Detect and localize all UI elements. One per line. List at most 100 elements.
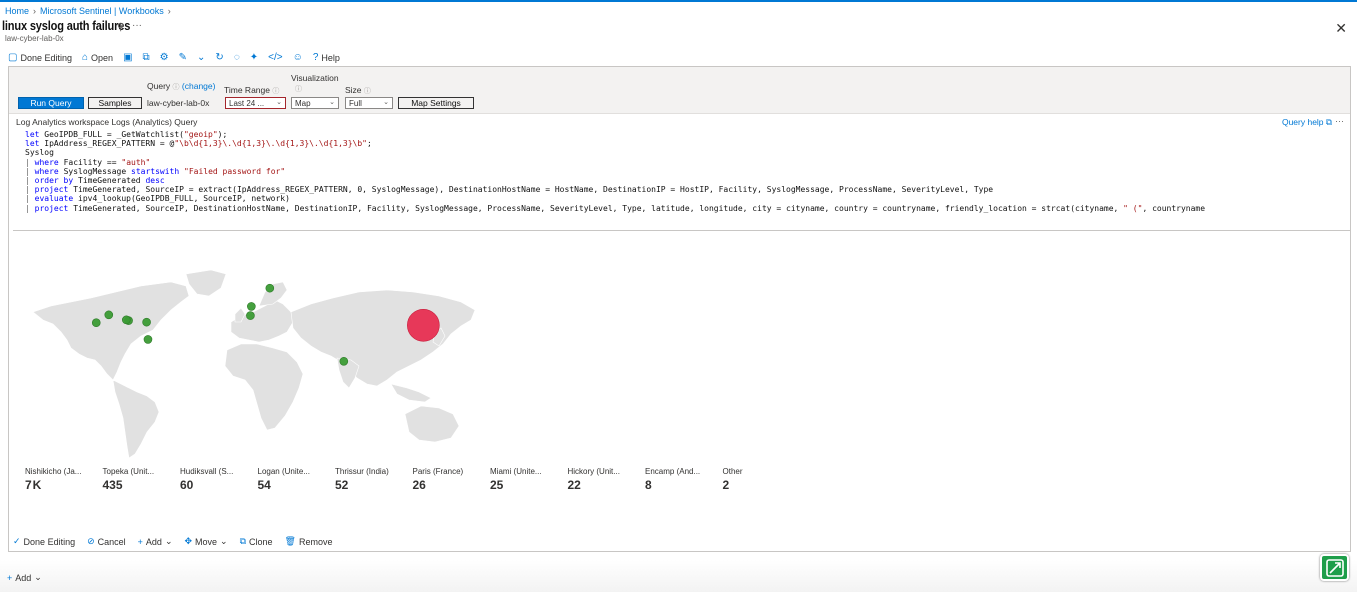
visualization-value: Map: [295, 98, 311, 108]
map-point-major[interactable]: [407, 308, 440, 342]
edit-icon: ▢: [8, 52, 18, 63]
breadcrumb-home[interactable]: Home: [5, 6, 29, 16]
open-button[interactable]: ⌂ Open: [82, 52, 113, 63]
map-point[interactable]: [104, 310, 114, 320]
more-options-icon[interactable]: ···: [132, 20, 142, 31]
auto-refresh-icon[interactable]: ◌: [234, 52, 240, 63]
open-label: Open: [91, 52, 114, 63]
query-section-header: Log Analytics workspace Logs (Analytics)…: [16, 117, 198, 127]
map-point[interactable]: [122, 315, 131, 325]
legend-item-value: 25: [490, 478, 504, 492]
legend-item[interactable]: Encamp (And... 8: [645, 467, 723, 492]
legend-item-name: Hickory (Unit...: [567, 467, 620, 476]
chevron-down-icon: ⌄: [383, 99, 389, 106]
parameter-bar: Query ⓘ (change) law-cyber-lab-0x Time R…: [9, 67, 1350, 114]
world-map[interactable]: [21, 262, 481, 462]
legend-item[interactable]: Topeka (Unit... 435: [103, 467, 181, 492]
map-point[interactable]: [265, 283, 275, 293]
remove-button[interactable]: 🗑 Remove: [285, 536, 333, 547]
legend-item-value: 60: [180, 478, 194, 492]
folder-icon: ⌂: [82, 52, 89, 63]
map-point[interactable]: [339, 356, 349, 366]
map-point[interactable]: [246, 311, 255, 320]
visualization-label: Visualization: [291, 73, 339, 83]
query-help-link[interactable]: Query help ⧉: [1282, 117, 1332, 128]
code-line: let GeoIPDB_FULL = _GetWatchlist("geoip"…: [25, 130, 228, 139]
help-label: Help: [321, 52, 340, 63]
move-button[interactable]: ✥ Move ⌄: [184, 536, 227, 547]
map-point[interactable]: [143, 335, 153, 344]
pin-icon[interactable]: ⚲: [117, 22, 124, 33]
visualization-dropdown[interactable]: Map ⌄: [291, 97, 339, 109]
code-line: Syslog: [25, 148, 54, 158]
legend-item-value: 54: [257, 478, 271, 492]
legend-item-name: Paris (France): [412, 467, 464, 476]
legend-item[interactable]: Thrissur (India) 52: [335, 467, 413, 492]
page-subtitle: law-cyber-lab-0x: [5, 34, 64, 43]
map-point[interactable]: [91, 318, 101, 328]
help-button[interactable]: ? Help: [313, 52, 340, 63]
save-icon[interactable]: ▣: [123, 52, 132, 63]
save-as-icon[interactable]: ⧉: [143, 52, 150, 63]
legend-item[interactable]: Hickory (Unit... 22: [568, 467, 646, 492]
add-workbook-item-button[interactable]: + Add ⌄: [7, 572, 42, 583]
chevron-down-icon: ⌄: [276, 99, 282, 106]
add-step-button[interactable]: + Add ⌄: [138, 536, 173, 547]
query-editor[interactable]: let GeoIPDB_FULL = _GetWatchlist("geoip"…: [13, 130, 1350, 231]
query-param-label: Query ⓘ (change): [147, 81, 216, 91]
chevron-down-icon: ⌄: [220, 536, 228, 546]
refresh-icon[interactable]: ↻: [215, 52, 223, 63]
pencil-icon[interactable]: ✎: [179, 52, 187, 63]
code-line: | order by TimeGenerated desc: [25, 176, 165, 186]
map-legend: Nishikicho (Ja... 7 K Topeka (Unit... 435 Hu…: [25, 467, 800, 492]
chevron-right-icon: ›: [33, 6, 37, 16]
map-point[interactable]: [247, 302, 256, 311]
legend-item-name: Nishikicho (Ja...: [25, 467, 82, 476]
info-icon: ⓘ: [272, 88, 280, 95]
clone-button[interactable]: ⧉ Clone: [240, 536, 273, 547]
code-icon[interactable]: </>: [268, 52, 282, 63]
map-point[interactable]: [142, 317, 151, 327]
pin-icon[interactable]: ✦: [250, 52, 258, 63]
size-dropdown[interactable]: Full ⌄: [345, 97, 393, 109]
size-value: Full: [349, 98, 362, 108]
size-label: Size ⓘ: [345, 85, 371, 95]
screen-capture-icon[interactable]: [1320, 554, 1349, 581]
legend-item-value: 22: [567, 478, 581, 492]
run-query-button[interactable]: Run Query: [18, 97, 84, 109]
legend-item[interactable]: Paris (France) 26: [413, 467, 491, 492]
done-editing-button[interactable]: ▢ Done Editing: [8, 52, 72, 63]
more-options-icon[interactable]: ···: [1335, 116, 1344, 126]
help-icon: ?: [312, 52, 319, 63]
legend-item[interactable]: Miami (Unite... 25: [490, 467, 568, 492]
legend-item-value: 7 K: [25, 478, 42, 492]
breadcrumb-sentinel[interactable]: Microsoft Sentinel | Workbooks: [40, 6, 164, 16]
top-accent-line: [0, 0, 1357, 2]
legend-item[interactable]: Logan (Unite... 54: [258, 467, 336, 492]
legend-item-value: 26: [412, 478, 426, 492]
map-settings-button[interactable]: Map Settings: [398, 97, 474, 109]
legend-item[interactable]: Hudiksvall (S... 60: [180, 467, 258, 492]
cancel-button[interactable]: ⊘ Cancel: [87, 536, 126, 547]
step-footer-toolbar: ✓ Done Editing ⊘ Cancel + Add ⌄ ✥ Move ⌄…: [13, 536, 333, 547]
legend-item[interactable]: Other 2: [723, 467, 801, 492]
code-line: | where SyslogMessage startswith "Failed…: [25, 166, 286, 176]
map-land: [32, 269, 476, 459]
time-range-value: Last 24 ...: [229, 98, 265, 108]
chevron-down-icon[interactable]: ⌄: [197, 52, 205, 63]
time-range-label: Time Range ⓘ: [224, 85, 280, 95]
settings-icon[interactable]: ⚙: [160, 52, 169, 63]
samples-button[interactable]: Samples: [88, 97, 142, 109]
chevron-right-icon: ›: [167, 6, 171, 16]
code-line: let IpAddress_REGEX_PATTERN = @"\b\d{1,3…: [25, 139, 372, 149]
workspace-name: law-cyber-lab-0x: [147, 98, 210, 108]
footer-done-editing-button[interactable]: ✓ Done Editing: [13, 536, 75, 547]
change-query-link[interactable]: (change): [182, 81, 216, 91]
legend-item-value: 52: [335, 478, 349, 492]
time-range-dropdown[interactable]: Last 24 ... ⌄: [225, 97, 286, 109]
legend-item[interactable]: Nishikicho (Ja... 7 K: [25, 467, 103, 492]
feedback-icon[interactable]: ☺: [293, 52, 303, 63]
close-icon[interactable]: ✕: [1335, 20, 1347, 37]
plus-icon: +: [7, 572, 13, 583]
legend-item-value: 2: [722, 478, 730, 492]
